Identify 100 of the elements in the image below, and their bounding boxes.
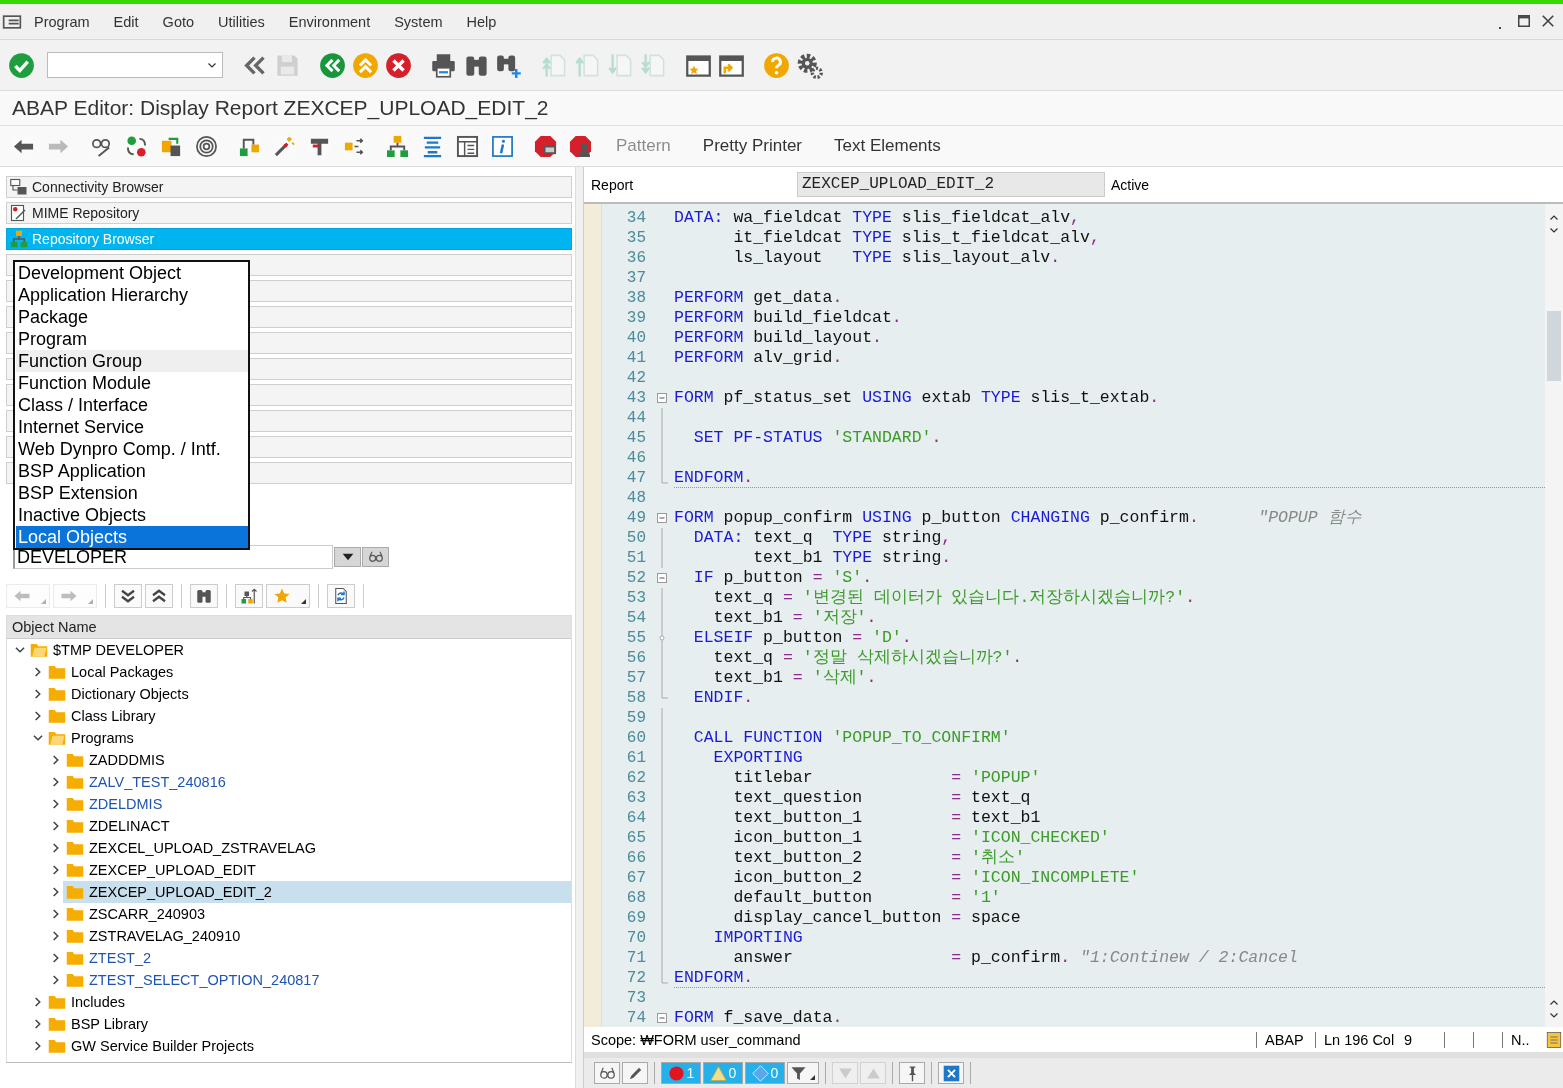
tree-node[interactable]: Programs xyxy=(45,727,571,749)
tree-node[interactable]: BSP Library xyxy=(45,1013,571,1035)
dropdown-option[interactable]: Function Module xyxy=(16,372,248,394)
scroll-thumb[interactable] xyxy=(1547,311,1561,381)
customize-button[interactable] xyxy=(796,51,823,79)
resize-grip[interactable] xyxy=(584,1052,1563,1058)
tree-node[interactable]: ZTEST_SELECT_OPTION_240817 xyxy=(63,969,571,991)
dropdown-option[interactable]: BSP Extension xyxy=(16,482,248,504)
filter-button[interactable] xyxy=(787,1062,819,1084)
back-button[interactable] xyxy=(319,51,346,79)
node-label: ZSTRAVELAG_240910 xyxy=(89,928,241,944)
tree-button[interactable] xyxy=(386,134,409,158)
position-text: Ln 196 Col xyxy=(1315,1031,1404,1048)
edit-button[interactable] xyxy=(622,1062,648,1084)
info-button[interactable] xyxy=(491,134,514,158)
dropdown-option[interactable]: Development Object xyxy=(16,262,248,284)
cancel-button[interactable] xyxy=(385,51,412,79)
find-button[interactable] xyxy=(190,584,218,608)
tree-node[interactable]: ZEXCEL_UPLOAD_ZSTRAVELAG xyxy=(63,837,571,859)
expand-all-button[interactable] xyxy=(114,584,142,608)
tree-node[interactable]: Includes xyxy=(45,991,571,1013)
tree-node[interactable]: ZSCARR_240903 xyxy=(63,903,571,925)
stop-person-icon xyxy=(569,134,592,158)
display-button[interactable] xyxy=(594,1062,620,1084)
line-number: 60 xyxy=(625,729,646,747)
dropdown-option[interactable]: Application Hierarchy xyxy=(16,284,248,306)
tree-node[interactable]: ZDELINACT xyxy=(63,815,571,837)
swap-button[interactable] xyxy=(125,134,148,158)
line-number: 58 xyxy=(625,689,646,707)
dropdown-option[interactable]: Class / Interface xyxy=(16,394,248,416)
double-up-icon xyxy=(352,51,379,79)
menu-corner-icon xyxy=(301,599,306,604)
dropdown-option[interactable]: Program xyxy=(16,328,248,350)
code-line: FORM f_save_data. xyxy=(674,1008,843,1027)
menu-item[interactable]: Environment xyxy=(288,11,371,32)
dropdown-option[interactable]: Web Dynpro Comp. / Intf. xyxy=(16,438,248,460)
frame-button[interactable] xyxy=(456,134,479,158)
dropdown-option[interactable]: Internet Service xyxy=(16,416,248,438)
tree-node[interactable]: ZEXCEP_UPLOAD_EDIT xyxy=(63,859,571,881)
pin-button[interactable] xyxy=(899,1062,925,1084)
node-label: ZDELDMIS xyxy=(89,796,163,812)
menu-item[interactable]: Edit xyxy=(113,11,139,32)
tree-node[interactable]: ZEXCEP_UPLOAD_EDIT_2 xyxy=(63,881,571,903)
printer-icon xyxy=(430,51,457,79)
tree-node[interactable]: Dictionary Objects xyxy=(45,683,571,705)
toolbar-button[interactable]: Text Elements xyxy=(830,134,945,158)
menu-item[interactable]: Help xyxy=(466,11,497,32)
code-line: display_cancel_button = space xyxy=(732,908,1021,928)
hierarchy-up-button[interactable] xyxy=(235,584,263,608)
dropdown-button[interactable] xyxy=(334,547,361,567)
dropdown-option[interactable]: Package xyxy=(16,306,248,328)
mime-icon xyxy=(10,204,28,222)
tree-node[interactable]: ZADDDMIS xyxy=(63,749,571,771)
enter-button[interactable] xyxy=(8,51,35,79)
gear-icon xyxy=(796,51,823,79)
collapse-all-button[interactable] xyxy=(145,584,173,608)
refresh-button[interactable] xyxy=(327,584,355,608)
navigation-bar[interactable]: Connectivity Browser xyxy=(6,176,572,198)
tree-node[interactable]: ZSTRAVELAG_240910 xyxy=(63,925,571,947)
command-field[interactable] xyxy=(47,52,223,78)
navigation-bar[interactable]: MIME Repository xyxy=(6,202,572,224)
menu-item[interactable]: Program xyxy=(34,11,90,32)
swap-icon xyxy=(125,134,148,158)
spiral-button[interactable] xyxy=(195,134,218,158)
tree-node[interactable]: ZTEST_2 xyxy=(63,947,571,969)
tree-node[interactable]: GW Service Builder Projects xyxy=(45,1035,571,1057)
code-line: ls_layout TYPE slis_layout_alv. xyxy=(732,248,1061,268)
tree-node[interactable]: ZALV_TEST_240816 xyxy=(63,771,571,793)
folder-icon xyxy=(65,927,85,945)
vertical-scrollbar[interactable] xyxy=(1545,204,1563,1027)
line-number: 64 xyxy=(625,809,646,827)
menu-item[interactable]: Goto xyxy=(162,11,195,32)
dropdown-option[interactable]: BSP Application xyxy=(16,460,248,482)
notepad-icon[interactable] xyxy=(1545,1030,1563,1049)
refresh-icon xyxy=(332,587,350,605)
dropdown-option[interactable]: Local Objects xyxy=(16,526,248,548)
stop-monitor-button[interactable] xyxy=(534,134,557,158)
error-icon xyxy=(667,1064,685,1082)
toolbar-button[interactable]: Pretty Printer xyxy=(698,134,806,158)
tree-node[interactable]: Local Packages xyxy=(45,661,571,683)
line-number: 68 xyxy=(625,889,646,907)
code-line: text_button_1 = text_b1 xyxy=(732,808,1041,828)
line-number: 67 xyxy=(625,869,646,887)
dropdown-option[interactable]: Function Group xyxy=(16,350,248,372)
menu-item[interactable]: Utilities xyxy=(218,11,265,32)
tree-node[interactable]: ZDELDMIS xyxy=(63,793,571,815)
page-down-icon xyxy=(640,51,667,79)
menu-item[interactable]: System xyxy=(394,11,443,32)
close-button[interactable] xyxy=(938,1062,964,1084)
stop-person-button[interactable] xyxy=(569,134,592,158)
dropdown-option[interactable]: Inactive Objects xyxy=(16,504,248,526)
star-button[interactable] xyxy=(266,584,310,608)
code-line: FORM pf_status_set USING extab TYPE slis_t_extab. xyxy=(674,388,1160,408)
code-line: EXPORTING xyxy=(712,748,803,768)
code-line: ENDFORM. xyxy=(674,467,754,488)
print-button[interactable] xyxy=(430,51,457,79)
tree-node[interactable]: $TMP DEVELOPER xyxy=(27,639,571,661)
tree-node[interactable]: Class Library xyxy=(45,705,571,727)
display-button[interactable] xyxy=(362,547,389,567)
code-line: text_question = text_q xyxy=(732,788,1031,808)
